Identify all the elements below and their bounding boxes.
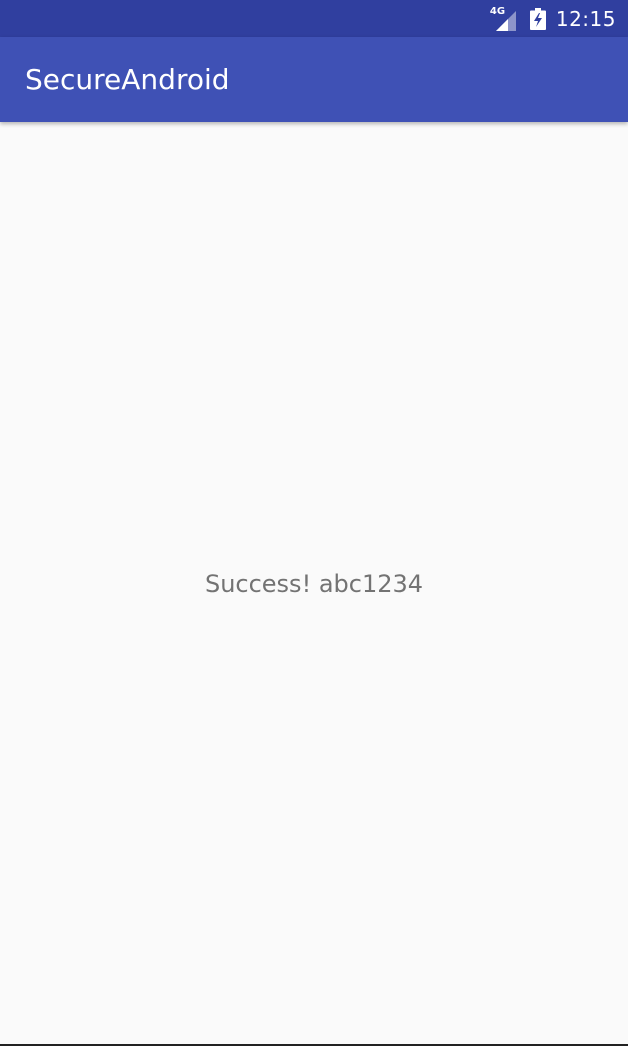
app-screen: 4G 12:15 SecureAndroid Success! abc1234	[0, 0, 628, 1046]
main-content: Success! abc1234	[0, 122, 628, 1044]
status-clock: 12:15	[555, 6, 616, 31]
success-message: Success! abc1234	[204, 570, 424, 598]
signal-icon	[495, 10, 516, 31]
signal-indicator: 4G	[490, 6, 518, 31]
app-title: SecureAndroid	[25, 63, 230, 96]
battery-charging-icon	[529, 7, 546, 30]
status-bar: 4G 12:15	[0, 0, 628, 37]
app-bar: SecureAndroid	[0, 37, 628, 122]
status-icons: 4G 12:15	[490, 0, 616, 37]
